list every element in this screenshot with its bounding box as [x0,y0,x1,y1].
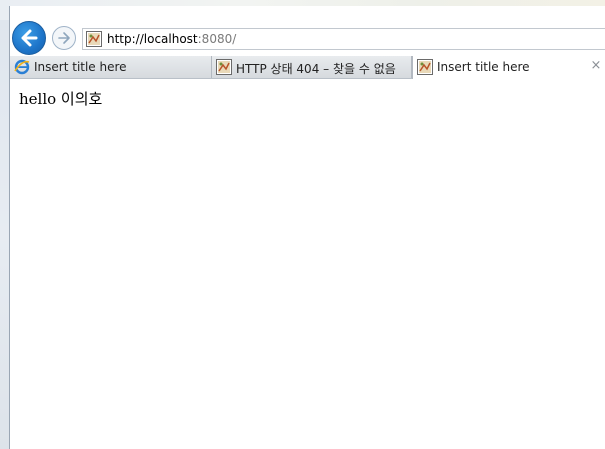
tab-strip: Insert title here HTTP 상태 404 – 찾을 수 없음 [10,56,605,79]
tab-label: HTTP 상태 404 – 찾을 수 없음 [236,62,396,76]
url-port-path: :8080/ [197,32,237,46]
url-text[interactable]: http://localhost:8080/ [107,32,236,46]
navigation-bar: http://localhost:8080/ [10,20,605,56]
desktop-background-left [0,20,9,449]
forward-arrow-icon [58,32,70,44]
close-tab-icon[interactable]: × [589,59,603,73]
tab-insert-title-active[interactable]: Insert title here × [412,56,605,79]
tab-label: Insert title here [34,60,127,74]
tab-http-404[interactable]: HTTP 상태 404 – 찾을 수 없음 [212,56,412,78]
tab-label: Insert title here [437,60,530,74]
screen: http://localhost:8080/ Insert title here [0,0,605,449]
address-bar[interactable]: http://localhost:8080/ [82,28,605,50]
page-body-text: hello 이의호 [19,90,103,108]
page-icon [86,31,102,47]
back-button[interactable] [12,21,46,55]
browser-window: http://localhost:8080/ Insert title here [9,6,605,449]
ie-icon [14,59,30,75]
url-host: http://localhost [107,32,198,46]
page-content: hello 이의호 [10,79,605,449]
tab-insert-title-1[interactable]: Insert title here [10,56,212,78]
page-icon [417,59,433,75]
page-icon [216,59,232,75]
forward-button[interactable] [52,26,76,50]
back-arrow-icon [21,29,38,47]
